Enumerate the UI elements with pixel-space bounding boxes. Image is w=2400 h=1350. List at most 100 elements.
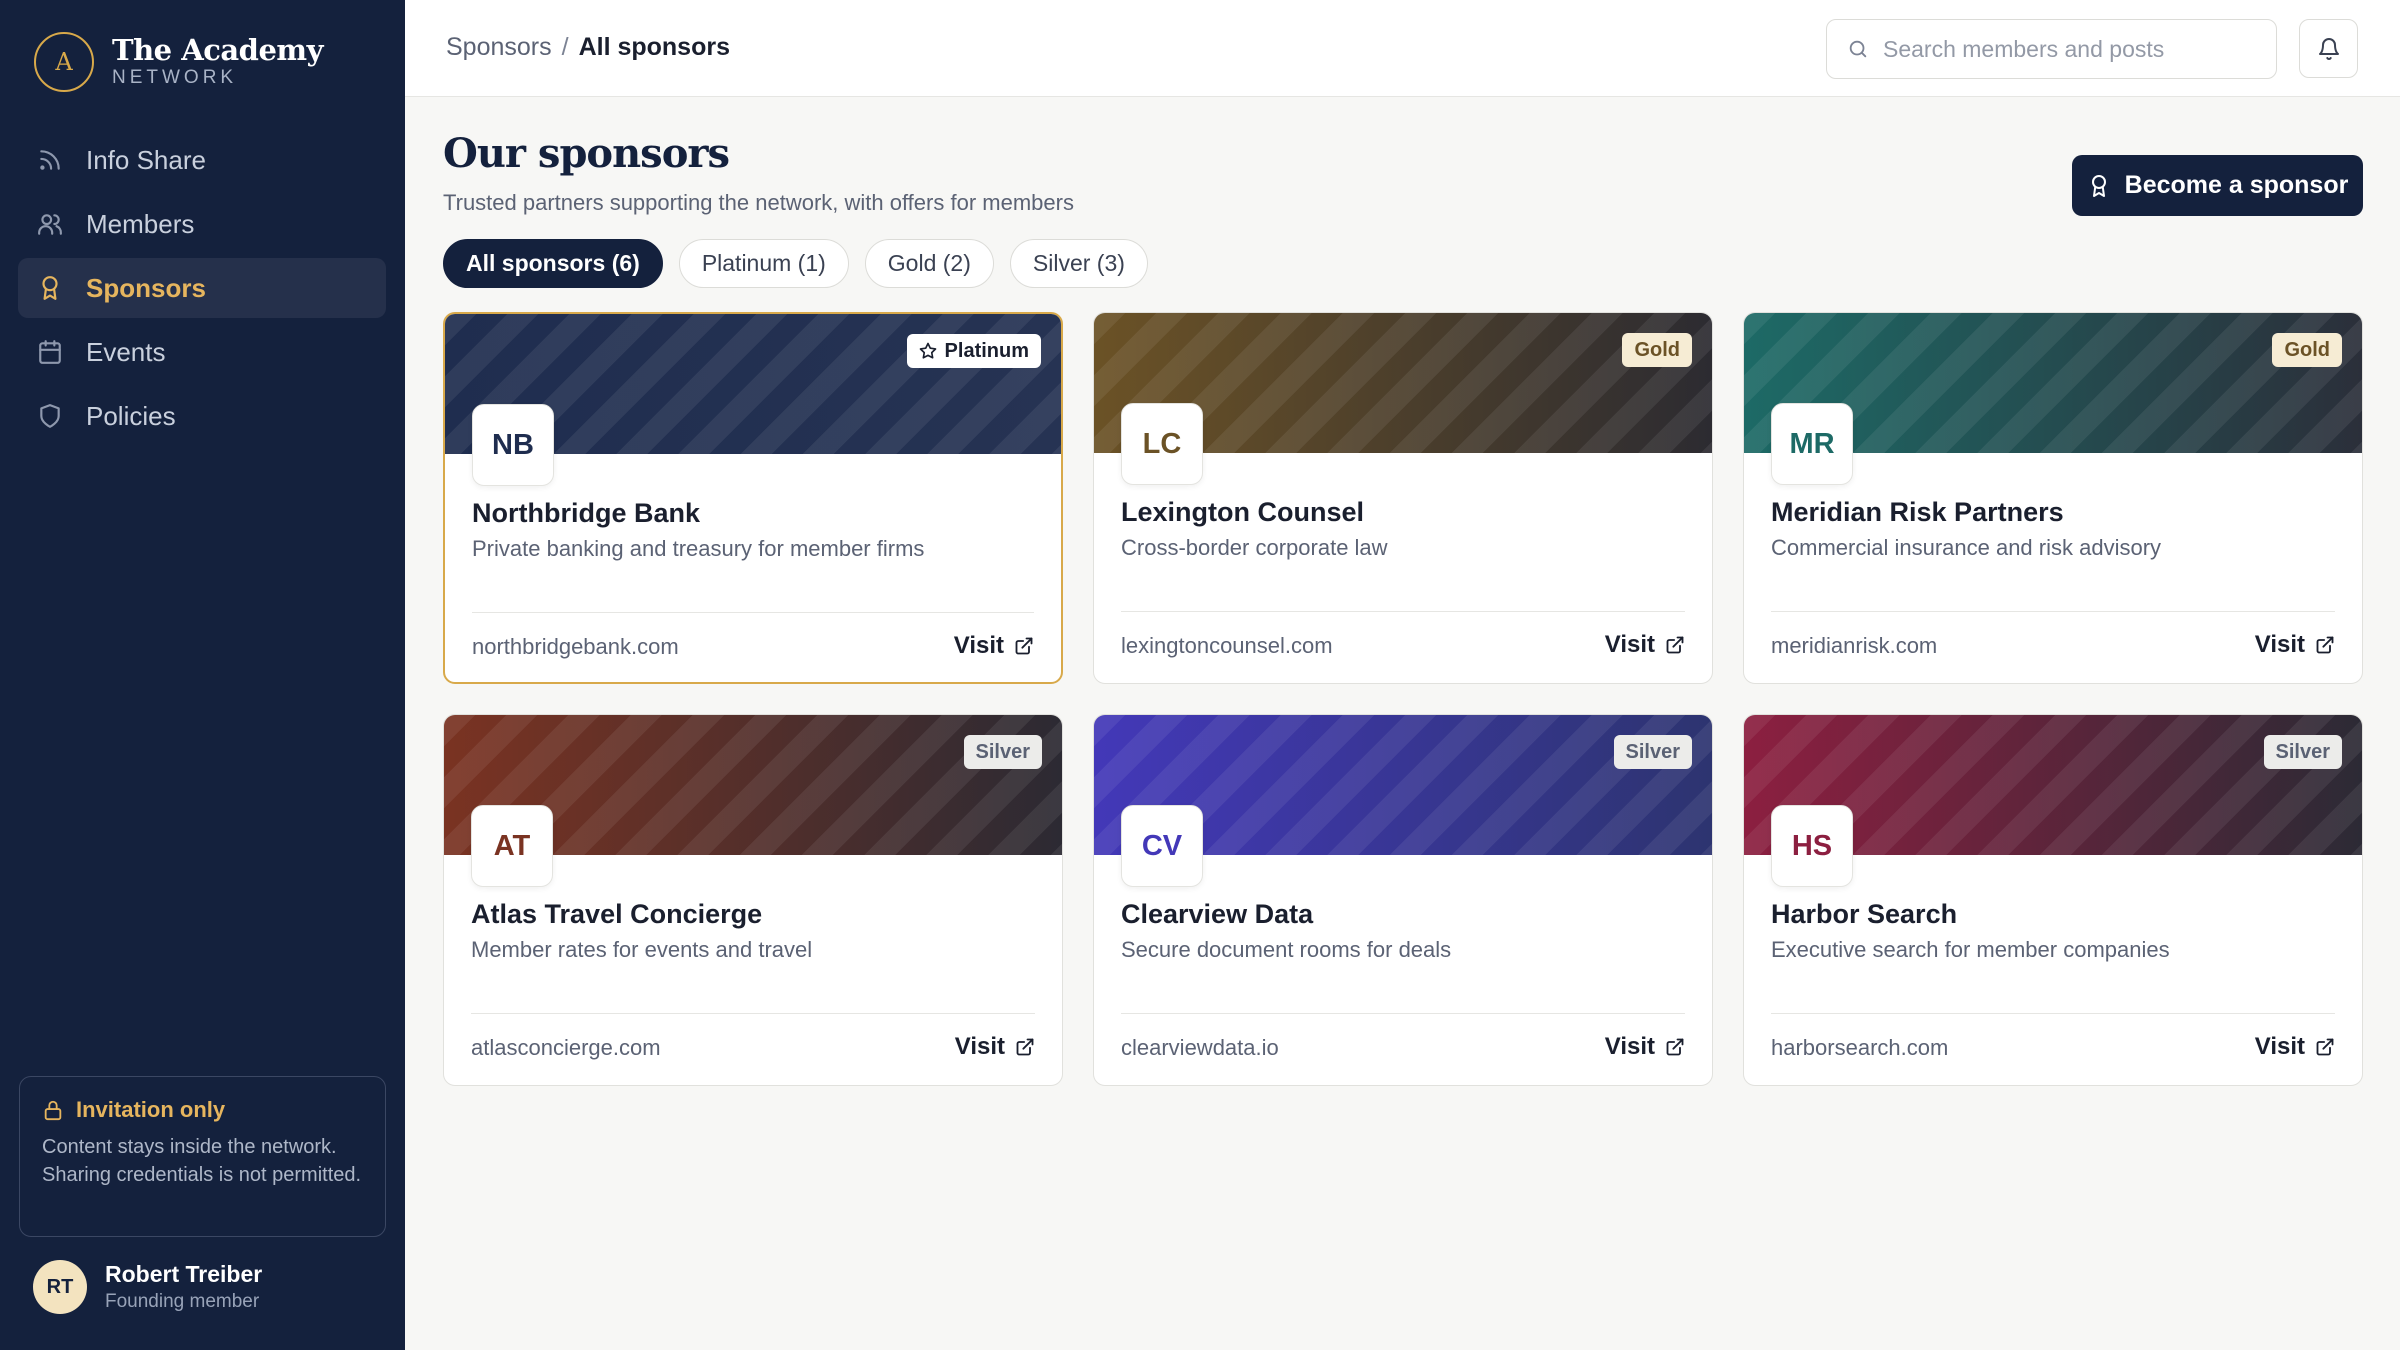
visit-link[interactable]: Visit: [2255, 1033, 2335, 1061]
shield-icon: [36, 402, 64, 430]
sponsor-domain: meridianrisk.com: [1771, 633, 1938, 658]
sponsor-name: Clearview Data: [1121, 899, 1314, 929]
filter-silver[interactable]: Silver (3): [1009, 239, 1148, 288]
sidebar-item-events[interactable]: Events: [18, 322, 386, 382]
sidebar-item-info-share[interactable]: Info Share: [18, 130, 386, 190]
profile-text: Robert Treiber Founding member: [105, 1261, 262, 1313]
sponsor-name: Meridian Risk Partners: [1771, 497, 2064, 527]
external-link-icon: [2315, 1037, 2335, 1057]
sponsor-card[interactable]: Gold LC Lexington Counsel Cross-border c…: [1093, 312, 1713, 684]
sidebar-item-label: Members: [86, 208, 195, 239]
tier-label: Silver: [2275, 740, 2330, 763]
sponsor-logo: HS: [1771, 805, 1853, 887]
breadcrumb-parent[interactable]: Sponsors: [446, 33, 552, 62]
visit-label: Visit: [953, 632, 1004, 659]
visit-label: Visit: [1604, 631, 1655, 658]
sponsor-card[interactable]: Platinum NB Northbridge Bank Private ban…: [443, 312, 1063, 684]
calendar-icon: [36, 338, 64, 366]
filter-gold[interactable]: Gold (2): [864, 239, 994, 288]
sponsor-card[interactable]: Silver HS Harbor Search Executive search…: [1743, 714, 2363, 1086]
sponsor-logo: AT: [471, 805, 553, 887]
card-divider: [1121, 611, 1685, 612]
tier-label: Silver: [1625, 740, 1680, 763]
notice-title: Invitation only: [42, 1097, 363, 1123]
brand-text: The Academy NETWORK: [112, 34, 323, 89]
sponsor-card[interactable]: Silver CV Clearview Data Secure document…: [1093, 714, 1713, 1086]
sidebar-item-policies[interactable]: Policies: [18, 386, 386, 446]
filter-platinum[interactable]: Platinum (1): [678, 239, 849, 288]
sponsor-logo: CV: [1121, 805, 1203, 887]
sidebar: A The Academy NETWORK Info Share Members…: [0, 0, 405, 1350]
sidebar-item-label: Sponsors: [86, 272, 206, 303]
sidebar-nav: Info Share Members Sponsors Events Polic…: [18, 130, 386, 450]
tier-label: Platinum: [944, 339, 1029, 362]
visit-link[interactable]: Visit: [1605, 631, 1685, 659]
tier-badge: Gold: [1622, 333, 1692, 367]
tier-badge: Gold: [2272, 333, 2342, 367]
lock-icon: [42, 1099, 64, 1121]
sidebar-item-label: Events: [86, 336, 166, 367]
sponsor-logo: NB: [472, 404, 554, 486]
topbar: Sponsors / All sponsors: [405, 0, 2400, 97]
page-subtitle: Trusted partners supporting the network,…: [443, 190, 1074, 215]
external-link-icon: [1015, 1037, 1035, 1057]
award-icon: [36, 274, 64, 302]
visit-link[interactable]: Visit: [955, 1033, 1035, 1061]
brand-subtitle: NETWORK: [112, 67, 238, 89]
card-divider: [1121, 1013, 1685, 1014]
brand-mark: A: [34, 32, 94, 92]
notice-title-text: Invitation only: [76, 1097, 226, 1122]
tier-label: Gold: [1634, 338, 1680, 361]
sponsor-description: Secure document rooms for deals: [1121, 937, 1452, 962]
notice-body: Content stays inside the network. Sharin…: [42, 1136, 362, 1186]
user-name: Robert Treiber: [105, 1261, 263, 1287]
sponsor-description: Cross-border corporate law: [1121, 535, 1388, 560]
bell-icon: [2317, 37, 2341, 61]
external-link-icon: [2315, 635, 2335, 655]
sponsor-grid: Platinum NB Northbridge Bank Private ban…: [443, 312, 2363, 1086]
sponsor-name: Atlas Travel Concierge: [471, 899, 763, 929]
card-divider: [1771, 611, 2335, 612]
brand-logo[interactable]: A The Academy NETWORK: [34, 32, 323, 92]
tier-filters: All sponsors (6) Platinum (1) Gold (2) S…: [443, 239, 1164, 288]
become-sponsor-label: Become a sponsor: [2124, 171, 2349, 199]
become-sponsor-button[interactable]: Become a sponsor: [2072, 155, 2363, 216]
search-box[interactable]: [1826, 19, 2277, 79]
tier-label: Silver: [975, 740, 1030, 763]
rss-icon: [36, 146, 64, 174]
sidebar-item-sponsors[interactable]: Sponsors: [18, 258, 386, 318]
card-divider: [472, 612, 1034, 613]
sponsor-name: Lexington Counsel: [1121, 497, 1364, 527]
tier-badge: Silver: [963, 735, 1042, 769]
search-icon: [1847, 38, 1869, 60]
award-icon: [2087, 174, 2111, 198]
sponsor-card[interactable]: Silver AT Atlas Travel Concierge Member …: [443, 714, 1063, 1086]
tier-badge: Platinum: [906, 334, 1041, 368]
visit-link[interactable]: Visit: [2255, 631, 2335, 659]
star-icon: [919, 342, 937, 360]
sponsor-domain: clearviewdata.io: [1121, 1035, 1279, 1060]
visit-label: Visit: [2254, 631, 2305, 658]
tier-label: Gold: [2284, 338, 2330, 361]
external-link-icon: [1665, 1037, 1685, 1057]
sidebar-item-members[interactable]: Members: [18, 194, 386, 254]
sponsor-description: Executive search for member companies: [1771, 937, 2170, 962]
sponsor-logo: LC: [1121, 403, 1203, 485]
sponsor-domain: harborsearch.com: [1771, 1035, 1949, 1060]
sponsor-domain: northbridgebank.com: [472, 634, 679, 659]
sponsor-card[interactable]: Gold MR Meridian Risk Partners Commercia…: [1743, 312, 2363, 684]
sponsor-domain: atlasconcierge.com: [471, 1035, 661, 1060]
search-input[interactable]: [1883, 35, 2263, 63]
sidebar-item-label: Info Share: [86, 144, 206, 175]
tier-badge: Silver: [1613, 735, 1692, 769]
sponsor-domain: lexingtoncounsel.com: [1121, 633, 1333, 658]
user-profile[interactable]: RT Robert Treiber Founding member: [33, 1260, 262, 1314]
card-divider: [1771, 1013, 2335, 1014]
visit-label: Visit: [2254, 1033, 2305, 1060]
sidebar-item-label: Policies: [86, 400, 176, 431]
visit-link[interactable]: Visit: [954, 632, 1034, 660]
sponsor-logo: MR: [1771, 403, 1853, 485]
visit-link[interactable]: Visit: [1605, 1033, 1685, 1061]
notifications-button[interactable]: [2299, 19, 2358, 78]
filter-all[interactable]: All sponsors (6): [443, 239, 663, 288]
